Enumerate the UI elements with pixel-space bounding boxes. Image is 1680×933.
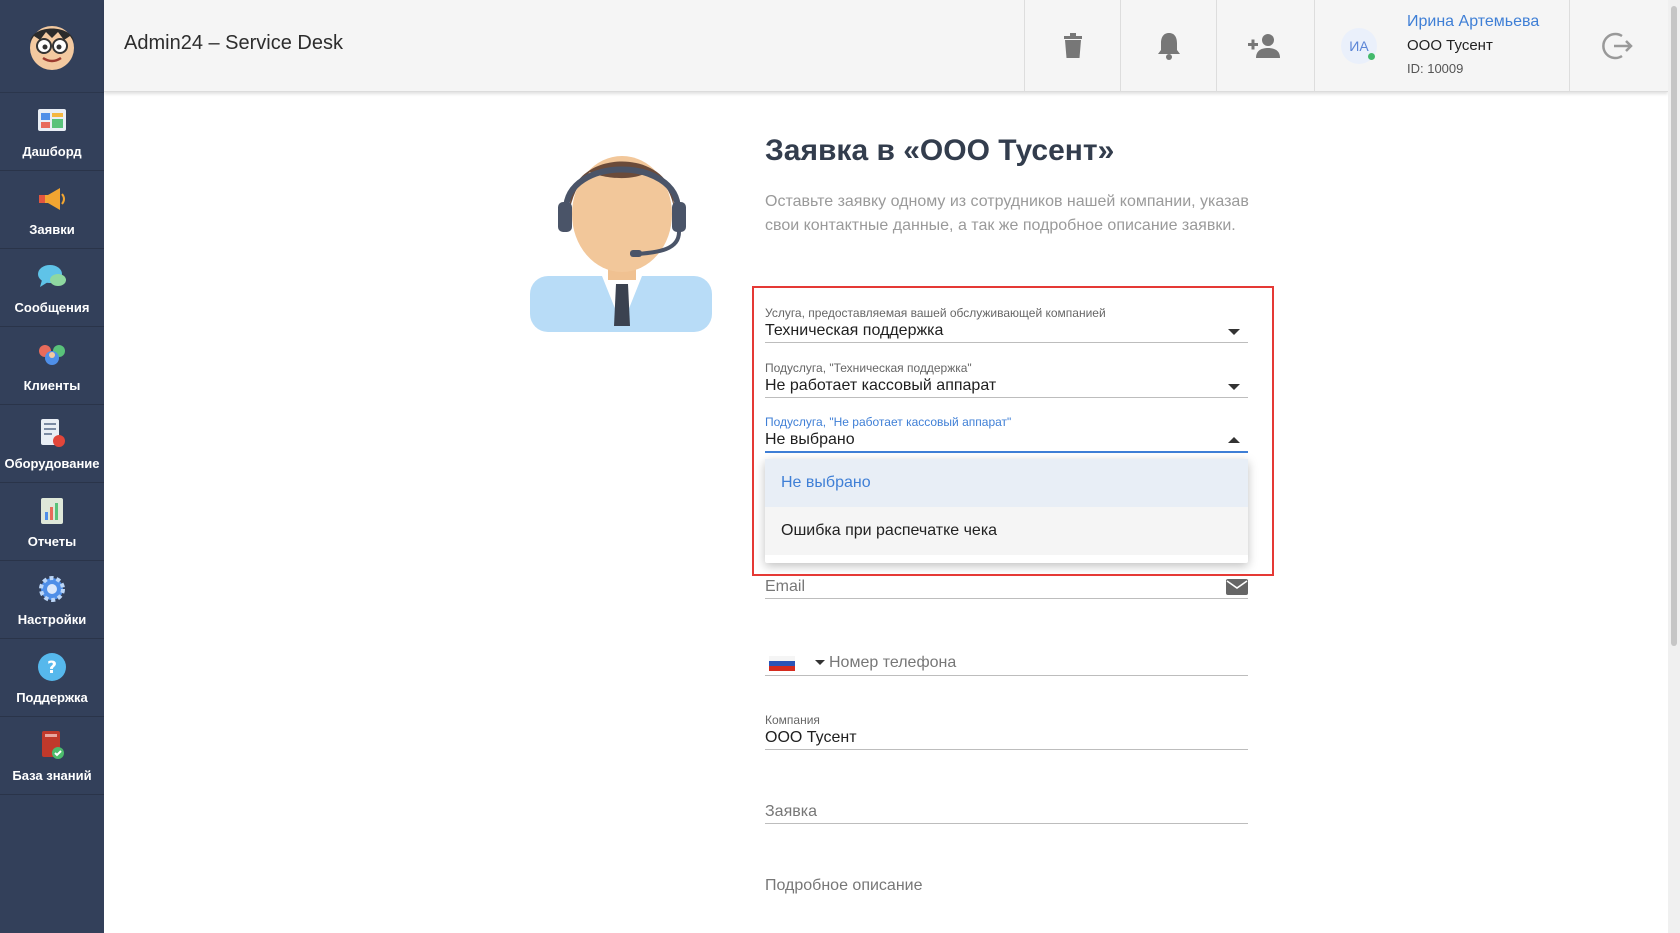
equipment-icon [35, 416, 69, 450]
service-select[interactable]: Услуга, предоставляемая вашей обслуживаю… [765, 305, 1248, 343]
service-value: Техническая поддержка [765, 322, 944, 339]
sidebar-item-label: Клиенты [23, 378, 81, 393]
email-placeholder: Email [765, 578, 806, 595]
sidebar-item-messages[interactable]: Сообщения [0, 249, 104, 327]
logout-button[interactable] [1570, 0, 1666, 92]
page-scrollbar[interactable] [1668, 0, 1680, 933]
svg-text:?: ? [47, 658, 57, 678]
sidebar-item-knowledge-base[interactable]: База знаний [0, 717, 104, 795]
page-title: Заявка в «ООО Тусент» [765, 134, 1115, 167]
sub-subservice-select[interactable]: Подуслуга, "Не работает кассовый аппарат… [765, 414, 1248, 453]
user-id: ID: 10009 [1407, 61, 1464, 76]
sidebar-item-label: Сообщения [14, 300, 90, 315]
country-chevron-icon[interactable] [815, 660, 825, 665]
reports-icon [35, 494, 69, 528]
sidebar-item-settings[interactable]: Настройки [0, 561, 104, 639]
scrollbar-thumb[interactable] [1671, 6, 1677, 646]
russia-flag-icon[interactable] [769, 656, 795, 671]
email-field[interactable]: Email [765, 578, 1248, 599]
notifications-button[interactable] [1120, 0, 1216, 92]
logout-icon [1602, 32, 1633, 60]
sidebar-item-label: База знаний [12, 768, 92, 783]
dropdown-padding [765, 555, 1248, 563]
app-title: Admin24 – Service Desk [124, 32, 343, 54]
sub-subservice-label: Подуслуга, "Не работает кассовый аппарат… [765, 415, 1012, 429]
sidebar-item-label: Дашборд [22, 144, 82, 159]
chat-icon [35, 260, 69, 294]
sidebar-item-label: Заявки [29, 222, 75, 237]
add-user-button[interactable] [1216, 0, 1312, 92]
help-icon: ? [35, 650, 69, 684]
sidebar-item-requests[interactable]: Заявки [0, 171, 104, 249]
dropdown-option-receipt-error[interactable]: Ошибка при распечатке чека [765, 507, 1248, 555]
request-placeholder: Заявка [765, 803, 817, 820]
sidebar-item-clients[interactable]: Клиенты [0, 327, 104, 405]
sidebar: Дашборд Заявки Сообщения Клиенты Оборудо… [0, 0, 104, 933]
phone-placeholder: Номер телефона [829, 654, 957, 671]
page-description: Оставьте заявку одному из сотрудников на… [765, 193, 1249, 234]
clients-icon [35, 338, 69, 372]
avatar[interactable]: ИА [1341, 28, 1377, 64]
gear-icon [35, 572, 69, 606]
trash-icon [1063, 33, 1082, 58]
envelope-icon [1226, 579, 1248, 595]
details-field[interactable]: Подробное описание [765, 876, 1248, 898]
online-status-dot [1368, 53, 1375, 60]
sidebar-item-support[interactable]: ? Поддержка [0, 639, 104, 717]
trash-button[interactable] [1024, 0, 1120, 92]
bell-icon [1157, 33, 1180, 60]
sidebar-item-label: Поддержка [16, 690, 88, 705]
add-user-icon [1247, 34, 1280, 58]
user-name[interactable]: Ирина Артемьева [1407, 13, 1539, 31]
sidebar-item-label: Оборудование [4, 456, 100, 471]
subservice-dropdown-menu: Не выбрано Ошибка при распечатке чека [765, 459, 1248, 563]
logo[interactable] [0, 0, 104, 93]
megaphone-icon [35, 182, 69, 216]
sidebar-item-equipment[interactable]: Оборудование [0, 405, 104, 483]
service-label: Услуга, предоставляемая вашей обслуживаю… [765, 306, 1106, 320]
company-value: ООО Тусент [765, 729, 857, 746]
top-header: Admin24 – Service Desk ИА Ирина Артемьев… [104, 0, 1668, 92]
phone-field[interactable]: Номер телефона [765, 652, 1248, 676]
avatar-initials: ИА [1349, 38, 1369, 54]
details-placeholder: Подробное описание [765, 877, 923, 894]
subservice-value: Не работает кассовый аппарат [765, 377, 997, 394]
request-field[interactable]: Заявка [765, 802, 1248, 824]
sidebar-item-label: Настройки [17, 612, 87, 627]
chevron-down-icon [1228, 384, 1240, 390]
dashboard-icon [35, 104, 69, 138]
support-agent-illustration [530, 126, 716, 332]
company-field[interactable]: Компания ООО Тусент [765, 712, 1248, 750]
subservice-label: Подуслуга, "Техническая поддержка" [765, 361, 972, 375]
subservice-select[interactable]: Подуслуга, "Техническая поддержка" Не ра… [765, 360, 1248, 398]
user-company: ООО Тусент [1407, 37, 1493, 54]
user-profile[interactable]: ИА Ирина Артемьева ООО Тусент ID: 10009 [1314, 0, 1570, 92]
company-label: Компания [765, 713, 820, 727]
sidebar-item-dashboard[interactable]: Дашборд [0, 93, 104, 171]
chevron-down-icon [1228, 329, 1240, 335]
dropdown-option-not-selected[interactable]: Не выбрано [765, 459, 1248, 507]
mascot-face-icon [30, 26, 74, 70]
sidebar-item-reports[interactable]: Отчеты [0, 483, 104, 561]
sub-subservice-value: Не выбрано [765, 431, 855, 448]
knowledge-base-icon [35, 728, 69, 762]
sidebar-item-label: Отчеты [27, 534, 77, 549]
chevron-up-icon [1228, 437, 1240, 443]
